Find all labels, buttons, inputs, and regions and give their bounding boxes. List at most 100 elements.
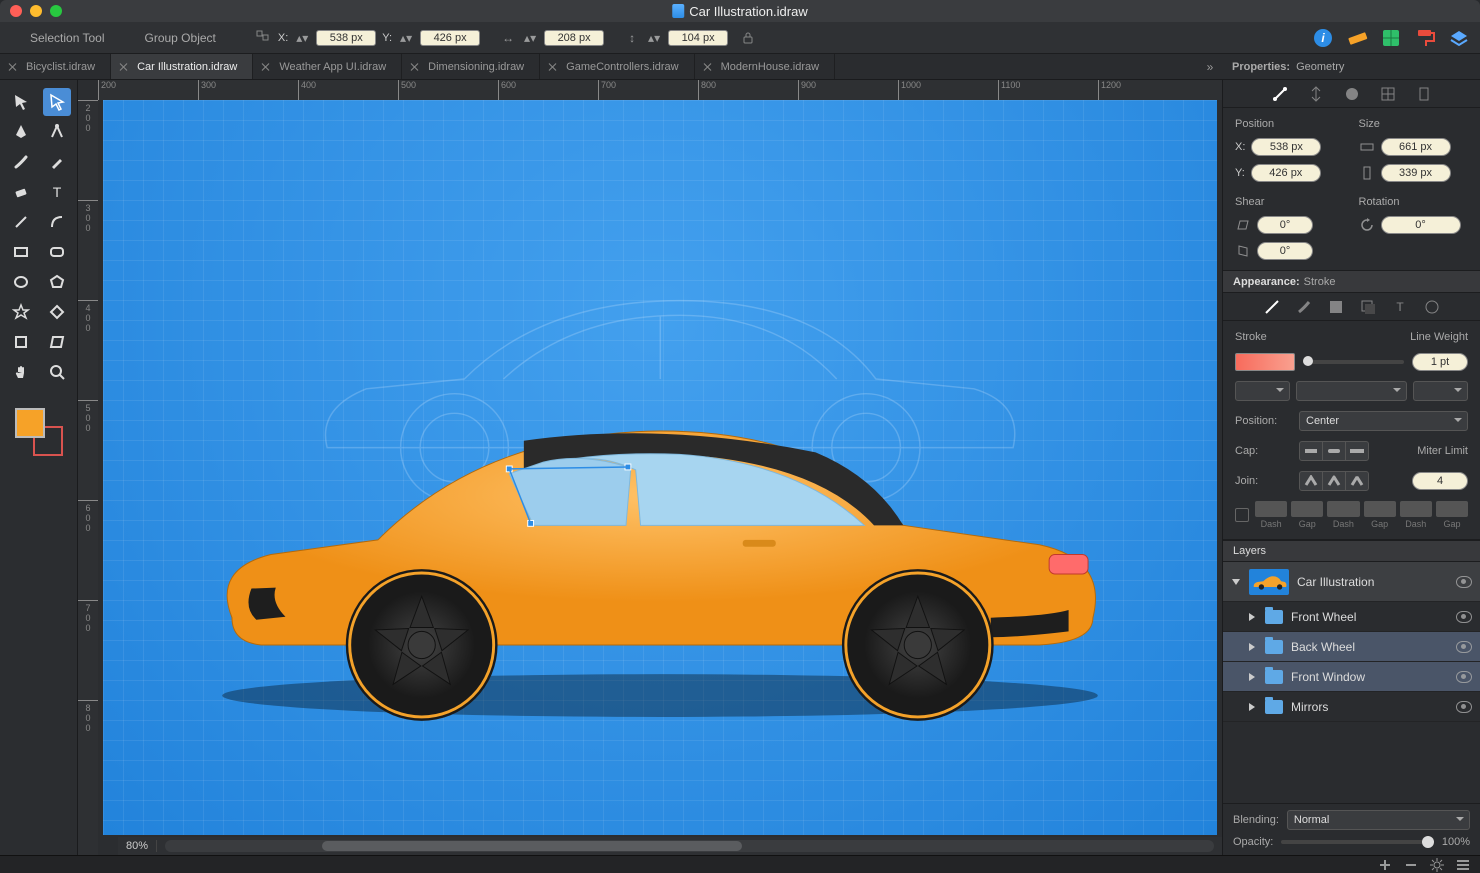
close-tab-icon[interactable]: [8, 62, 18, 72]
height-input[interactable]: 104 px: [668, 30, 728, 46]
cap-square-button[interactable]: [1345, 441, 1369, 461]
stroke-color-swatch[interactable]: [1235, 353, 1295, 371]
layer-settings-icon[interactable]: [1430, 858, 1444, 872]
stroke-position-select[interactable]: Center: [1299, 411, 1468, 431]
visibility-toggle-icon[interactable]: [1456, 576, 1472, 588]
car-illustration[interactable]: [181, 394, 1139, 725]
width-input[interactable]: 208 px: [544, 30, 604, 46]
foreground-swatch[interactable]: [15, 408, 45, 438]
cap-butt-button[interactable]: [1299, 441, 1323, 461]
layer-menu-icon[interactable]: [1456, 858, 1470, 872]
canvas[interactable]: [103, 100, 1217, 835]
pen-tool[interactable]: [7, 118, 35, 146]
disclosure-down-icon[interactable]: [1231, 577, 1241, 587]
join-bevel-button[interactable]: [1345, 471, 1369, 491]
disclosure-right-icon[interactable]: [1247, 612, 1257, 622]
layer-row[interactable]: Front Window: [1223, 662, 1480, 692]
paint-roller-icon[interactable]: [1414, 27, 1436, 49]
zoom-tool[interactable]: [43, 358, 71, 386]
tab-overflow-button[interactable]: »: [1198, 54, 1222, 79]
brush-tab-icon[interactable]: [1295, 298, 1313, 316]
pencil-tool[interactable]: [43, 148, 71, 176]
document-tab[interactable]: Weather App UI.idraw: [253, 54, 402, 79]
disclosure-right-icon[interactable]: [1247, 702, 1257, 712]
hand-tool[interactable]: [7, 358, 35, 386]
geometry-tab-icon[interactable]: [1271, 85, 1289, 103]
width-field[interactable]: 661 px: [1381, 138, 1451, 156]
horizontal-scrollbar[interactable]: [165, 840, 1214, 852]
fx-tab-icon[interactable]: [1423, 298, 1441, 316]
document-tab[interactable]: Bicyclist.idraw: [0, 54, 111, 79]
close-tab-icon[interactable]: [261, 62, 271, 72]
dash-field[interactable]: [1327, 501, 1359, 517]
y-input[interactable]: 426 px: [420, 30, 480, 46]
style-tab-icon[interactable]: [1343, 85, 1361, 103]
fill-tab-icon[interactable]: [1327, 298, 1345, 316]
shear-v-field[interactable]: 0°: [1257, 242, 1313, 260]
join-round-button[interactable]: [1322, 471, 1346, 491]
brush-tool[interactable]: [7, 148, 35, 176]
close-tab-icon[interactable]: [410, 62, 420, 72]
zoom-value[interactable]: 80%: [118, 840, 157, 852]
text-tool[interactable]: T: [43, 178, 71, 206]
visibility-toggle-icon[interactable]: [1456, 611, 1472, 623]
maximize-window-button[interactable]: [50, 5, 62, 17]
layer-row[interactable]: Front Wheel: [1223, 602, 1480, 632]
lineweight-slider[interactable]: [1303, 360, 1404, 364]
move-tool[interactable]: [7, 88, 35, 116]
layer-row[interactable]: Mirrors: [1223, 692, 1480, 722]
cap-buttons[interactable]: [1299, 441, 1369, 461]
polygon-tool[interactable]: [43, 268, 71, 296]
dash-field[interactable]: [1400, 501, 1432, 517]
grid-icon[interactable]: [1380, 27, 1402, 49]
lineweight-field[interactable]: 1 pt: [1412, 353, 1468, 371]
x-field[interactable]: 538 px: [1251, 138, 1321, 156]
rectangle-tool[interactable]: [7, 238, 35, 266]
opacity-slider[interactable]: [1281, 840, 1434, 844]
disclosure-right-icon[interactable]: [1247, 642, 1257, 652]
document-tab[interactable]: Dimensioning.idraw: [402, 54, 540, 79]
dash-field[interactable]: [1436, 501, 1468, 517]
dash-field[interactable]: [1255, 501, 1287, 517]
ruler-icon[interactable]: [1346, 27, 1368, 49]
diamond-tool[interactable]: [43, 298, 71, 326]
lock-aspect-icon[interactable]: [740, 30, 756, 46]
crop-tool[interactable]: [7, 328, 35, 356]
align-icon[interactable]: [256, 30, 272, 46]
stepper-icon[interactable]: ▴▾: [522, 30, 538, 46]
disclosure-right-icon[interactable]: [1247, 672, 1257, 682]
rotation-field[interactable]: 0°: [1381, 216, 1461, 234]
line-tool[interactable]: [7, 208, 35, 236]
dash-field[interactable]: [1364, 501, 1396, 517]
color-swatches[interactable]: [15, 408, 63, 456]
close-tab-icon[interactable]: [548, 62, 558, 72]
remove-layer-icon[interactable]: [1404, 858, 1418, 872]
vertical-ruler[interactable]: 2 0 03 0 04 0 05 0 06 0 07 0 08 0 0: [78, 100, 98, 855]
dash-toggle-checkbox[interactable]: [1235, 508, 1249, 522]
close-tab-icon[interactable]: [119, 62, 129, 72]
anchor-point-tool[interactable]: [43, 118, 71, 146]
blending-select[interactable]: Normal: [1287, 810, 1470, 830]
text-tab-icon[interactable]: T: [1391, 298, 1409, 316]
shadow-tab-icon[interactable]: [1359, 298, 1377, 316]
arrange-tab-icon[interactable]: [1307, 85, 1325, 103]
layers-icon[interactable]: [1448, 27, 1470, 49]
x-input[interactable]: 538 px: [316, 30, 376, 46]
shear-h-field[interactable]: 0°: [1257, 216, 1313, 234]
stroke-tab-icon[interactable]: [1263, 298, 1281, 316]
shear-tool[interactable]: [43, 328, 71, 356]
page-tab-icon[interactable]: [1415, 85, 1433, 103]
horizontal-ruler[interactable]: 200300400500600700800900100011001200: [98, 80, 1222, 100]
document-tab[interactable]: Car Illustration.idraw: [111, 54, 253, 79]
cap-round-button[interactable]: [1322, 441, 1346, 461]
join-miter-button[interactable]: [1299, 471, 1323, 491]
stepper-icon[interactable]: ▴▾: [294, 30, 310, 46]
arrow-end-select[interactable]: [1413, 381, 1468, 401]
star-tool[interactable]: [7, 298, 35, 326]
minimize-window-button[interactable]: [30, 5, 42, 17]
ellipse-tool[interactable]: [7, 268, 35, 296]
dash-field[interactable]: [1291, 501, 1323, 517]
info-icon[interactable]: i: [1312, 27, 1334, 49]
join-buttons[interactable]: [1299, 471, 1369, 491]
height-field[interactable]: 339 px: [1381, 164, 1451, 182]
